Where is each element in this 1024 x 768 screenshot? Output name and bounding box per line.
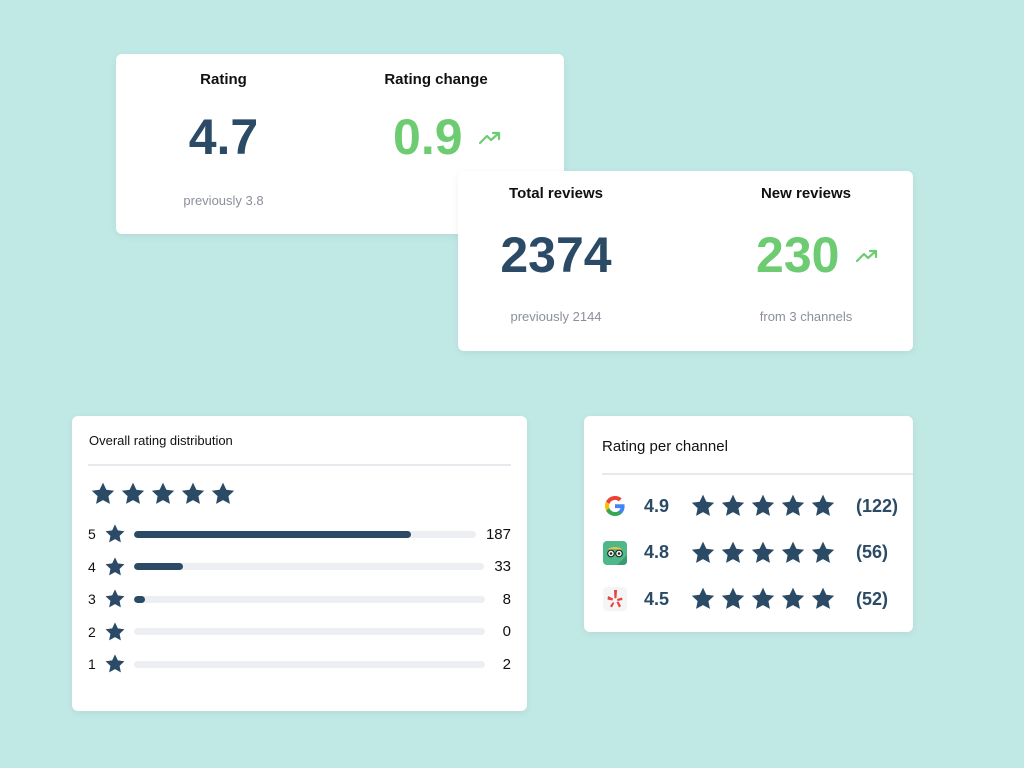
distribution-row: 20 — [88, 621, 511, 643]
star-icon — [104, 621, 126, 643]
channel-review-count: (122) — [856, 495, 899, 516]
new-reviews-source: from 3 channels — [759, 309, 853, 324]
star-icon — [810, 586, 836, 612]
distribution-count: 2 — [502, 655, 511, 673]
new-reviews-value: 230 — [756, 227, 840, 283]
star-level: 1 — [88, 656, 96, 672]
distribution-title: Overall rating distribution — [89, 433, 233, 448]
distribution-count: 33 — [494, 558, 511, 575]
total-reviews-previous: previously 2144 — [510, 309, 602, 324]
yelp-logo-icon — [602, 586, 628, 612]
channel-stars — [690, 493, 836, 519]
distribution-bar-fill — [134, 530, 411, 538]
distribution-bar-fill — [134, 563, 184, 570]
new-reviews-stat: New reviews 230 from 3 channels — [726, 185, 886, 324]
distribution-count: 8 — [502, 590, 511, 608]
total-reviews-value: 2374 — [500, 227, 612, 283]
rating-distribution-card: Overall rating distribution 5 187 4 33 3 8 2 0 1… — [72, 416, 527, 711]
star-icon — [780, 493, 806, 519]
star-icon — [104, 653, 126, 675]
distribution-bar-track — [134, 595, 485, 603]
channel-rating: 4.8 — [644, 542, 670, 562]
star-icon — [104, 556, 126, 578]
trending-up-icon — [855, 249, 878, 268]
rating-title: Rating — [200, 71, 247, 88]
star-icon — [750, 586, 776, 612]
new-reviews-title: New reviews — [760, 185, 852, 202]
google-logo-icon — [602, 493, 628, 519]
channel-rating: 4.5 — [644, 588, 670, 609]
distribution-count: 0 — [502, 623, 511, 640]
channels-divider — [602, 473, 913, 475]
channel-row-tripadvisor: 4.8 (56) — [602, 540, 888, 566]
star-level: 2 — [88, 623, 96, 640]
channel-rating: 4.9 — [644, 495, 670, 516]
overall-stars — [90, 481, 236, 507]
distribution-bar-track — [134, 530, 476, 538]
distribution-bar-fill — [134, 595, 145, 603]
rating-change-title: Rating change — [384, 71, 488, 88]
distribution-row: 12 — [88, 654, 511, 674]
rating-previous: previously 3.8 — [183, 193, 264, 208]
channel-row-google: 4.9 (122) — [602, 493, 898, 519]
distribution-count: 187 — [485, 525, 511, 543]
channel-review-count: (56) — [856, 542, 889, 562]
star-icon — [104, 523, 126, 545]
star-icon — [810, 493, 836, 519]
reviews-card: Total reviews 2374 previously 2144 New r… — [458, 171, 913, 351]
star-icon — [720, 586, 746, 612]
tripadvisor-logo-icon — [602, 540, 628, 566]
star-icon — [810, 540, 836, 566]
star-icon — [150, 481, 176, 507]
channel-stars — [690, 586, 836, 612]
trending-up-icon — [478, 131, 501, 150]
star-icon — [720, 493, 746, 519]
total-reviews-title: Total reviews — [509, 185, 603, 202]
channels-title: Rating per channel — [602, 438, 728, 455]
channel-review-count: (52) — [856, 588, 889, 609]
star-level: 4 — [88, 558, 96, 575]
distribution-row: 38 — [88, 589, 511, 609]
star-icon — [104, 588, 126, 610]
star-icon — [690, 493, 716, 519]
total-reviews-stat: Total reviews 2374 previously 2144 — [476, 185, 636, 324]
star-icon — [690, 540, 716, 566]
distribution-bar-track — [134, 628, 485, 635]
distribution-bar-track — [134, 563, 485, 570]
star-icon — [210, 481, 236, 507]
distribution-bar-track — [134, 660, 485, 668]
star-icon — [720, 540, 746, 566]
distribution-row: 4 33 — [88, 556, 511, 578]
rating-change-value: 0.9 — [393, 109, 463, 165]
star-icon — [780, 540, 806, 566]
distribution-divider — [88, 464, 511, 466]
rating-value: 4.7 — [188, 109, 259, 165]
star-level: 3 — [88, 591, 96, 607]
star-icon — [750, 493, 776, 519]
star-level: 5 — [88, 526, 96, 542]
channel-stars — [690, 540, 836, 566]
star-icon — [690, 586, 716, 612]
star-icon — [780, 586, 806, 612]
star-icon — [90, 481, 116, 507]
star-icon — [180, 481, 206, 507]
rating-change-stat: Rating change 0.9 — [356, 71, 516, 162]
rating-per-channel-card: Rating per channel 4.9 (122) 4.8 (56) 4.5 (52… — [584, 416, 913, 632]
star-icon — [750, 540, 776, 566]
channel-row-yelp: 4.5 (52) — [602, 586, 888, 612]
rating-stat: Rating 4.7 previously 3.8 — [156, 71, 291, 208]
distribution-row: 5 187 — [88, 524, 511, 544]
star-icon — [120, 481, 146, 507]
